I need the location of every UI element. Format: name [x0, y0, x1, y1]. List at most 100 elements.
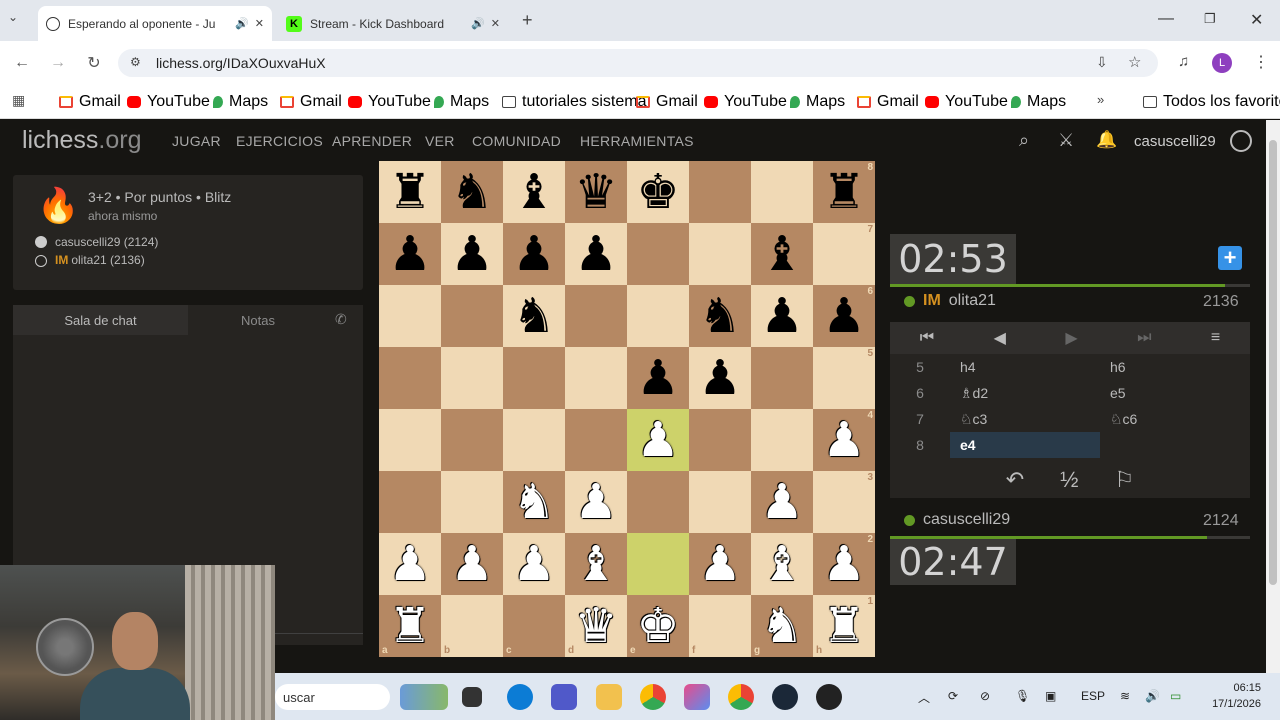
next-move-icon[interactable]: ▶: [1065, 328, 1077, 348]
square-c2[interactable]: ♟: [503, 533, 565, 595]
black-pawn-icon[interactable]: ♟: [822, 292, 865, 340]
bookmark-youtube[interactable]: YouTube: [925, 93, 1008, 111]
edge-icon[interactable]: [507, 684, 533, 710]
taskbar-search-input[interactable]: uscar: [275, 684, 390, 710]
square-h1[interactable]: ♜ 1 h: [813, 595, 875, 657]
user-avatar-icon[interactable]: [1230, 130, 1252, 152]
tab-notes[interactable]: Notas: [188, 305, 328, 335]
install-app-icon[interactable]: ⇩: [1096, 54, 1108, 71]
microphone-icon[interactable]: 🎙: [1015, 689, 1030, 703]
white-king-icon[interactable]: ♚: [636, 602, 679, 650]
tray-chevron-icon[interactable]: ︿: [918, 689, 930, 706]
file-explorer-icon[interactable]: [596, 684, 622, 710]
square-a8[interactable]: ♜: [379, 161, 441, 223]
square-e7[interactable]: [627, 223, 689, 285]
square-d2[interactable]: ♝: [565, 533, 627, 595]
takeback-icon[interactable]: ↶: [1006, 467, 1024, 493]
black-knight-icon[interactable]: ♞: [698, 292, 741, 340]
square-f6[interactable]: ♞: [689, 285, 751, 347]
square-g2[interactable]: ♝: [751, 533, 813, 595]
clock-time[interactable]: 06:15: [1203, 682, 1261, 694]
square-f4[interactable]: [689, 409, 751, 471]
white-rook-icon[interactable]: ♜: [822, 602, 865, 650]
white-pawn-icon[interactable]: ♟: [388, 540, 431, 588]
lichess-logo[interactable]: lichess.org: [22, 126, 142, 155]
bookmark-maps[interactable]: Maps: [213, 93, 268, 111]
move-black[interactable]: h6: [1100, 359, 1250, 375]
square-c8[interactable]: ♝: [503, 161, 565, 223]
move-white[interactable]: ♗d2: [950, 385, 1100, 402]
square-f8[interactable]: [689, 161, 751, 223]
bookmark-youtube[interactable]: YouTube: [127, 93, 210, 111]
square-e1[interactable]: ♚ e: [627, 595, 689, 657]
white-bishop-icon[interactable]: ♝: [760, 540, 803, 588]
bookmark-gmail[interactable]: Gmail: [280, 93, 342, 111]
bookmark-youtube[interactable]: YouTube: [704, 93, 787, 111]
site-info-icon[interactable]: ⚙: [130, 55, 141, 69]
bookmark-gmail[interactable]: Gmail: [59, 93, 121, 111]
bookmark-gmail[interactable]: Gmail: [857, 93, 919, 111]
black-king-icon[interactable]: ♚: [636, 168, 679, 216]
square-g4[interactable]: [751, 409, 813, 471]
square-e2[interactable]: [627, 533, 689, 595]
minimize-icon[interactable]: —: [1158, 10, 1174, 28]
forward-icon[interactable]: →: [45, 51, 71, 75]
reload-icon[interactable]: ↻: [81, 51, 107, 75]
square-h8[interactable]: ♜ 8: [813, 161, 875, 223]
square-a4[interactable]: [379, 409, 441, 471]
swords-icon[interactable]: ⚔: [1058, 130, 1074, 151]
sync-icon[interactable]: ⟳: [948, 689, 958, 703]
white-pawn-icon[interactable]: ♟: [574, 478, 617, 526]
back-icon[interactable]: ←: [9, 51, 35, 75]
language-indicator[interactable]: ESP: [1081, 689, 1105, 703]
move-black[interactable]: e5: [1100, 385, 1250, 401]
bookmark-maps[interactable]: Maps: [790, 93, 845, 111]
m365-icon[interactable]: [684, 684, 710, 710]
all-bookmarks-folder[interactable]: Todos los favoritos: [1143, 93, 1280, 111]
move-black[interactable]: ♘c6: [1100, 411, 1250, 428]
hamburger-menu-icon[interactable]: ≡: [1211, 329, 1220, 347]
square-b7[interactable]: ♟: [441, 223, 503, 285]
black-pawn-icon[interactable]: ♟: [512, 230, 555, 278]
square-e3[interactable]: [627, 471, 689, 533]
square-f5[interactable]: ♟: [689, 347, 751, 409]
square-a5[interactable]: [379, 347, 441, 409]
user-menu[interactable]: casuscelli29: [1134, 133, 1216, 150]
new-tab-icon[interactable]: +: [522, 10, 533, 31]
black-pawn-icon[interactable]: ♟: [574, 230, 617, 278]
chrome-profile-icon[interactable]: [728, 684, 754, 710]
speaker-icon[interactable]: 🔊: [235, 17, 249, 30]
star-icon[interactable]: ☆: [1128, 53, 1141, 71]
square-h6[interactable]: ♟ 6: [813, 285, 875, 347]
square-h2[interactable]: ♟ 2: [813, 533, 875, 595]
square-d6[interactable]: [565, 285, 627, 347]
square-a3[interactable]: [379, 471, 441, 533]
square-f3[interactable]: [689, 471, 751, 533]
nav-ejercicios[interactable]: EJERCICIOS: [236, 133, 323, 149]
black-player-link[interactable]: IM olita21 (2136): [55, 253, 145, 267]
square-b2[interactable]: ♟: [441, 533, 503, 595]
black-knight-icon[interactable]: ♞: [512, 292, 555, 340]
add-time-plus-icon[interactable]: +: [1218, 245, 1242, 270]
close-tab-icon[interactable]: ✕: [255, 17, 264, 30]
square-h3[interactable]: 3: [813, 471, 875, 533]
square-e5[interactable]: ♟: [627, 347, 689, 409]
white-player-link[interactable]: casuscelli29 (2124): [55, 235, 158, 249]
white-queen-icon[interactable]: ♛: [574, 602, 617, 650]
square-g6[interactable]: ♟: [751, 285, 813, 347]
task-view-icon[interactable]: [462, 687, 482, 707]
square-d4[interactable]: [565, 409, 627, 471]
square-d1[interactable]: ♛ d: [565, 595, 627, 657]
square-b5[interactable]: [441, 347, 503, 409]
square-c4[interactable]: [503, 409, 565, 471]
move-white-current[interactable]: e4: [950, 432, 1100, 458]
square-e6[interactable]: [627, 285, 689, 347]
square-d3[interactable]: ♟: [565, 471, 627, 533]
speaker-icon[interactable]: 🔊: [471, 17, 485, 30]
black-queen-icon[interactable]: ♛: [574, 168, 617, 216]
square-g5[interactable]: [751, 347, 813, 409]
more-bookmarks-icon[interactable]: »: [1097, 92, 1104, 107]
notification-bell-icon[interactable]: 🔔: [1096, 130, 1117, 150]
resign-flag-icon[interactable]: ⚐: [1115, 467, 1135, 493]
square-f2[interactable]: ♟: [689, 533, 751, 595]
